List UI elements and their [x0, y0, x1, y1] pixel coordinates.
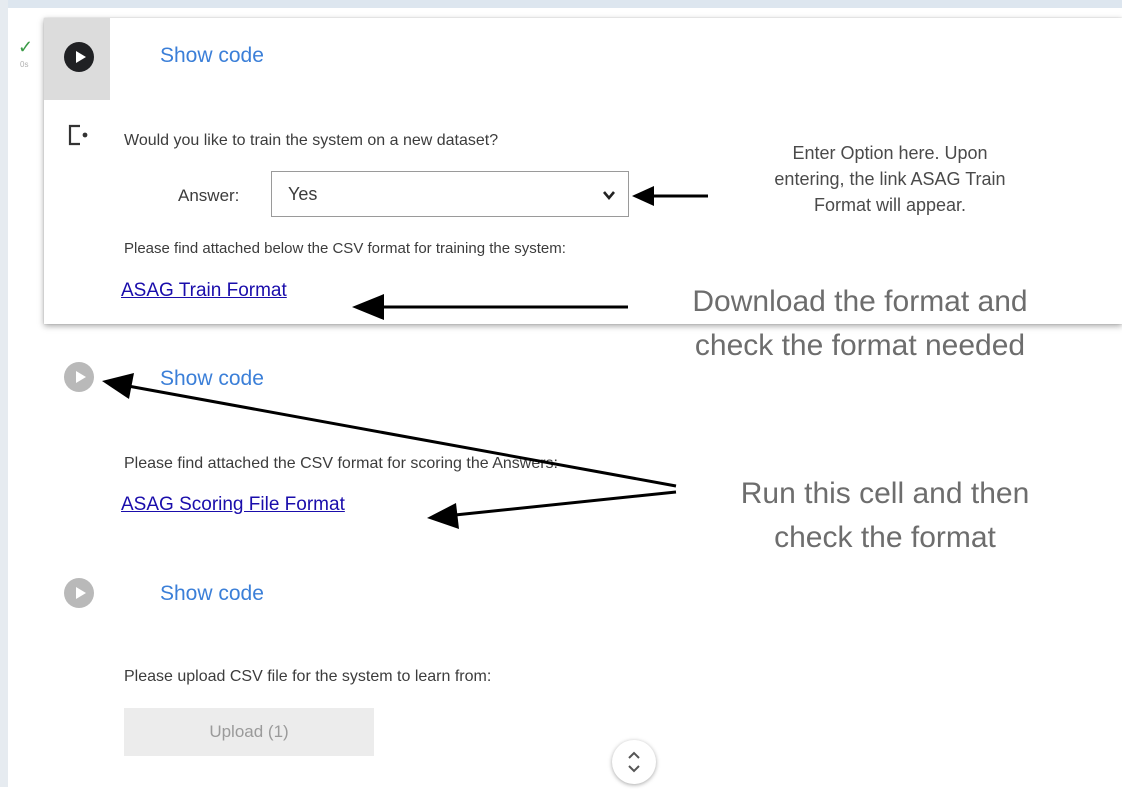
arrow-to-scoring-link — [454, 490, 677, 517]
arrow-head — [632, 186, 654, 206]
arrow-to-run-button — [127, 384, 677, 488]
arrow-head — [102, 373, 134, 399]
arrow-head — [427, 503, 459, 529]
arrow-head — [352, 294, 384, 320]
annotation-arrows — [102, 186, 708, 529]
